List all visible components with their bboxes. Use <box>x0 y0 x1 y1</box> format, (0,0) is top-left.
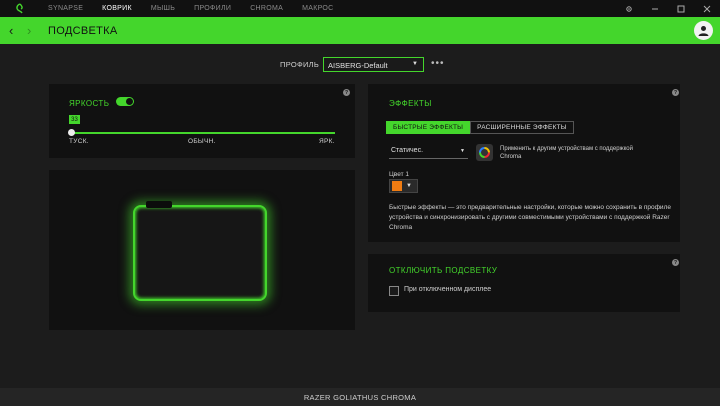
settings-icon[interactable] <box>616 0 642 17</box>
info-icon[interactable]: ? <box>343 89 350 96</box>
chroma-apply-button[interactable] <box>476 144 493 161</box>
device-preview-panel <box>49 170 355 330</box>
brightness-title: ЯРКОСТЬ <box>69 99 110 108</box>
display-off-checkbox[interactable] <box>389 286 399 296</box>
info-icon[interactable]: ? <box>672 89 679 96</box>
page-title: ПОДСВЕТКА <box>48 24 118 37</box>
more-dots-icon[interactable]: ••• <box>431 58 445 69</box>
page-header: ‹ › ПОДСВЕТКА <box>0 17 720 44</box>
brightness-panel: ? ЯРКОСТЬ 33 ТУСК. ОБЫЧН. ЯРК. <box>49 84 355 158</box>
color-label: Цвет 1 <box>389 171 409 178</box>
tab-advanced-effects[interactable]: РАСШИРЕННЫЕ ЭФФЕКТЫ <box>470 121 574 134</box>
color-picker[interactable]: ▼ <box>389 179 418 193</box>
profile-dropdown[interactable]: AISBERG-Default ▼ <box>323 57 424 72</box>
profile-label: ПРОФИЛЬ <box>280 60 320 69</box>
razer-snake-icon[interactable] <box>13 2 27 16</box>
display-off-label: При отключенном дисплее <box>404 286 492 293</box>
effects-description: Быстрые эффекты — это предварительные на… <box>389 204 671 231</box>
top-nav-bar: SYNAPSE КОВРИК МЫШЬ ПРОФИЛИ CHROMA МАКРО… <box>0 0 720 17</box>
tab-quick-effects[interactable]: БЫСТРЫЕ ЭФФЕКТЫ <box>386 121 471 134</box>
effect-value: Статичес. <box>391 147 424 154</box>
maximize-icon[interactable] <box>668 0 694 17</box>
effect-dropdown[interactable]: Статичес. ▼ <box>389 145 468 159</box>
caret-down-icon: ▼ <box>412 61 418 67</box>
info-icon[interactable]: ? <box>672 259 679 266</box>
chevron-right-icon[interactable]: › <box>27 23 37 38</box>
effects-panel: ? ЭФФЕКТЫ БЫСТРЫЕ ЭФФЕКТЫ РАСШИРЕННЫЕ ЭФ… <box>368 84 680 242</box>
color-swatch <box>392 181 402 191</box>
avatar[interactable] <box>694 21 713 40</box>
brightness-slider-thumb[interactable] <box>68 129 75 136</box>
window-controls <box>616 0 720 17</box>
mousepad-image <box>133 205 267 301</box>
effects-title: ЭФФЕКТЫ <box>389 99 432 108</box>
disable-lighting-panel: ? ОТКЛЮЧИТЬ ПОДСВЕТКУ При отключенном ди… <box>368 254 680 312</box>
device-footer: RAZER GOLIATHUS CHROMA <box>0 388 720 406</box>
profile-row: ПРОФИЛЬ AISBERG-Default ▼ ••• <box>0 57 720 73</box>
nav-tab-chroma[interactable]: CHROMA <box>250 5 283 12</box>
brightness-toggle[interactable] <box>116 97 134 106</box>
caret-down-icon: ▼ <box>460 148 465 154</box>
device-name: RAZER GOLIATHUS CHROMA <box>303 392 417 402</box>
brightness-max-label: ЯРК. <box>319 138 335 145</box>
effects-tabs: БЫСТРЫЕ ЭФФЕКТЫ РАСШИРЕННЫЕ ЭФФЕКТЫ <box>386 121 574 134</box>
nav-tab-synapse[interactable]: SYNAPSE <box>48 5 83 12</box>
nav-tab-profiles[interactable]: ПРОФИЛИ <box>194 5 231 12</box>
profile-value: AISBERG-Default <box>328 61 388 70</box>
brightness-slider-track[interactable] <box>71 132 335 134</box>
nav-tab-mouse[interactable]: МЫШЬ <box>151 5 175 12</box>
disable-lighting-title: ОТКЛЮЧИТЬ ПОДСВЕТКУ <box>389 266 498 275</box>
mousepad-hub <box>146 201 172 208</box>
brightness-value-badge: 33 <box>69 115 80 124</box>
minimize-icon[interactable] <box>642 0 668 17</box>
close-icon[interactable] <box>694 0 720 17</box>
nav-tab-mousepad[interactable]: КОВРИК <box>102 5 132 12</box>
chroma-wheel-icon <box>479 147 490 158</box>
brightness-min-label: ТУСК. <box>69 138 89 145</box>
nav-tab-macros[interactable]: МАКРОС <box>302 5 333 12</box>
chevron-left-icon[interactable]: ‹ <box>9 23 19 38</box>
caret-down-icon: ▼ <box>406 183 412 189</box>
chroma-apply-label: Применить к другим устройствам с поддерж… <box>500 146 633 160</box>
brightness-mid-label: ОБЫЧН. <box>188 138 216 145</box>
app-window: SYNAPSE КОВРИК МЫШЬ ПРОФИЛИ CHROMA МАКРО… <box>0 0 720 406</box>
